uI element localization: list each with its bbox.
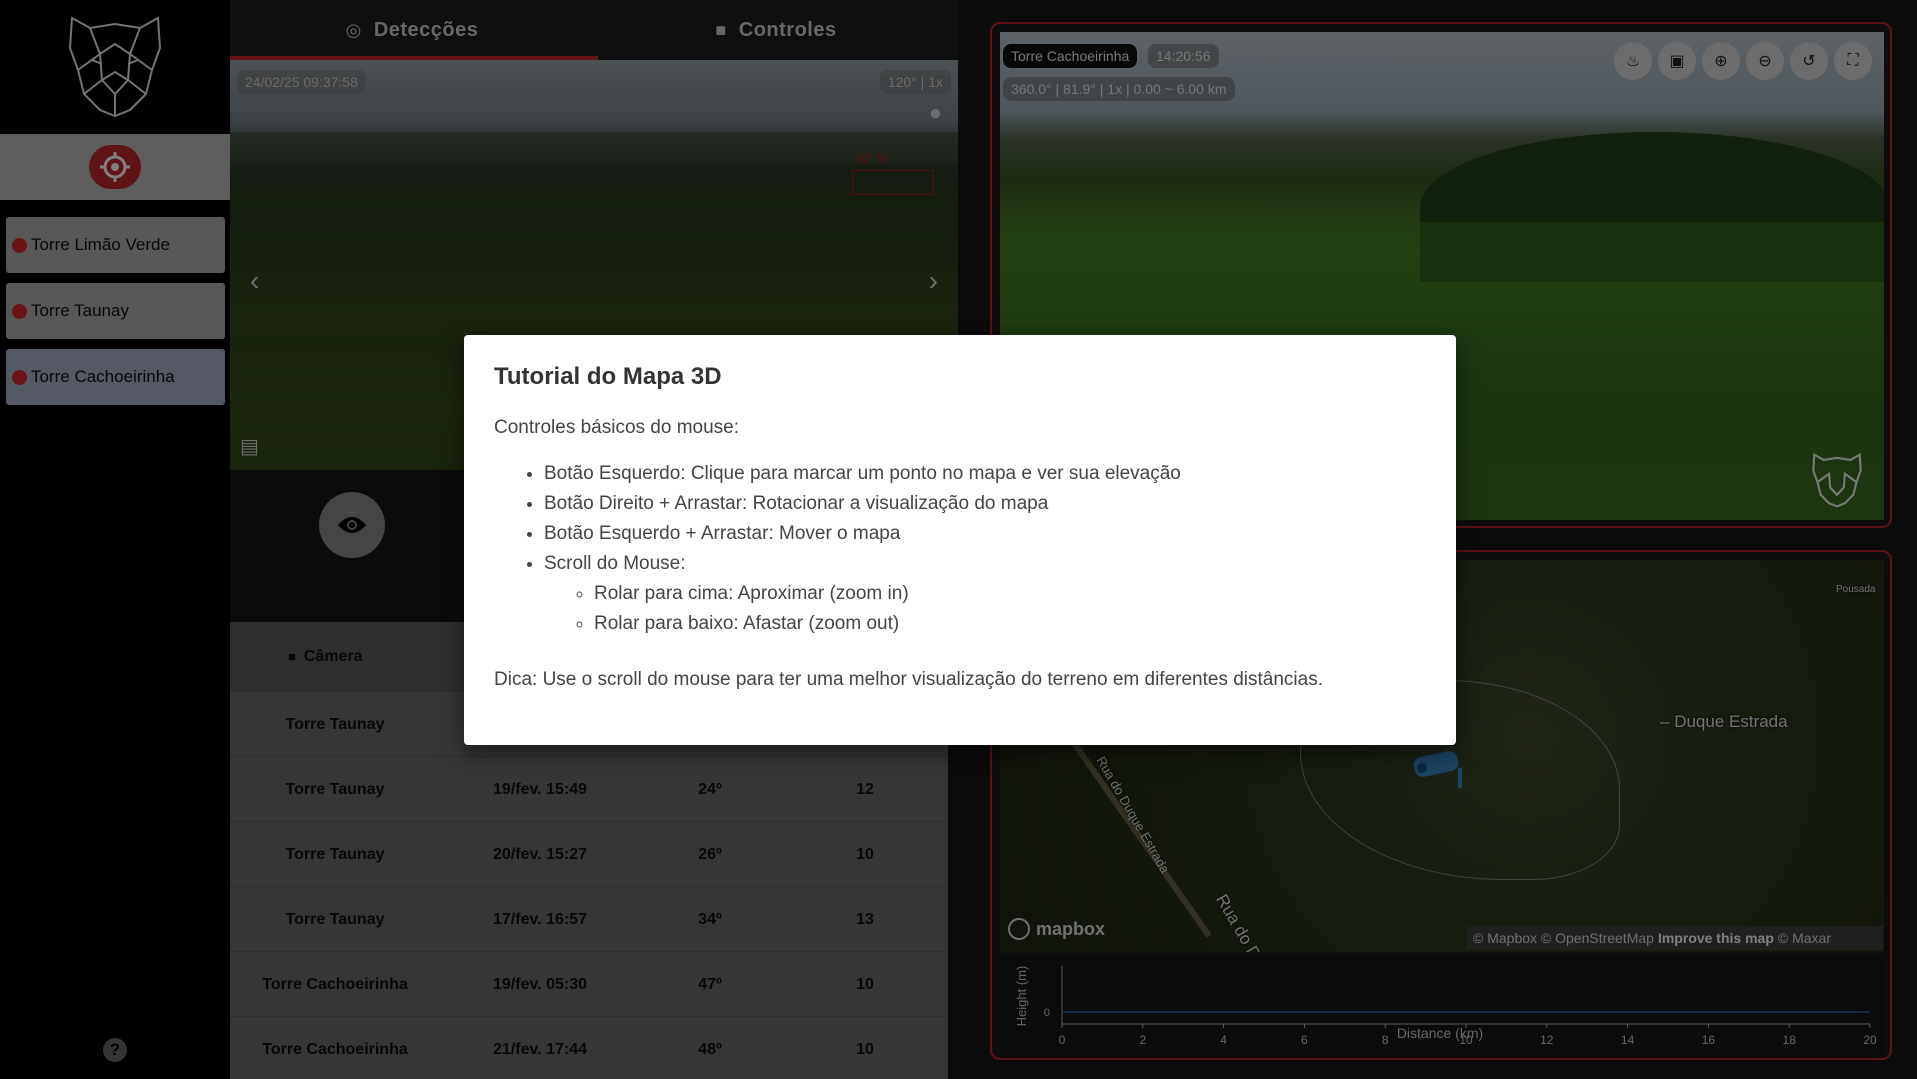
list-item: Scroll do Mouse: Rolar para cima: Aproxi…	[544, 549, 1426, 639]
modal-list: Botão Esquerdo: Clique para marcar um po…	[544, 459, 1426, 639]
list-item: Rolar para baixo: Afastar (zoom out)	[594, 609, 1426, 639]
list-item: Botão Direito + Arrastar: Rotacionar a v…	[544, 489, 1426, 519]
list-item: Rolar para cima: Aproximar (zoom in)	[594, 579, 1426, 609]
modal-tip: Dica: Use o scroll do mouse para ter uma…	[494, 669, 1323, 690]
tutorial-modal: Tutorial do Mapa 3D Controles básicos do…	[464, 335, 1456, 745]
modal-title: Tutorial do Mapa 3D	[494, 363, 722, 390]
app-root: Torre Limão Verde Torre Taunay Torre Cac…	[0, 0, 1917, 1079]
modal-intro: Controles básicos do mouse:	[494, 417, 740, 438]
list-item: Botão Esquerdo + Arrastar: Mover o mapa	[544, 519, 1426, 549]
list-item: Botão Esquerdo: Clique para marcar um po…	[544, 459, 1426, 489]
modal-sublist: Rolar para cima: Aproximar (zoom in) Rol…	[594, 579, 1426, 639]
